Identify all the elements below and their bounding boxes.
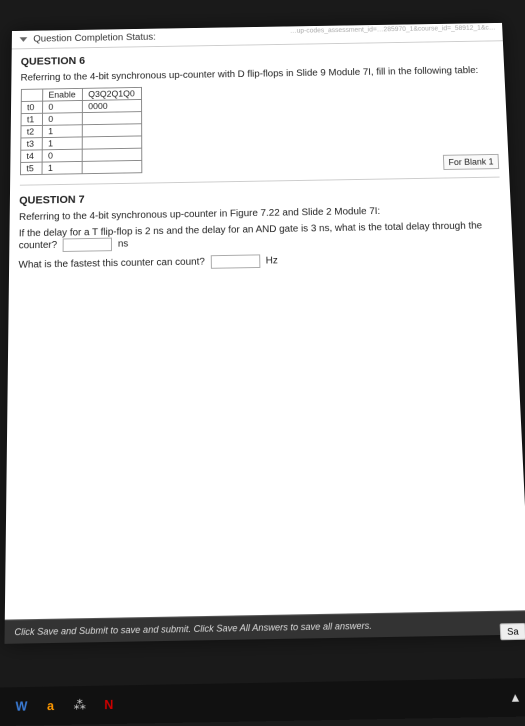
freq-unit: Hz [266, 256, 278, 267]
table-header: Enable [42, 88, 82, 101]
table-header [21, 89, 42, 101]
question-content: QUESTION 6 Referring to the 4-bit synchr… [4, 41, 525, 619]
table-cell: t2 [20, 125, 42, 138]
table-cell: 1 [42, 161, 82, 174]
netflix-icon[interactable]: N [102, 697, 117, 712]
question-6-text: Referring to the 4-bit synchronous up-co… [21, 65, 495, 83]
table-cell: 0 [42, 113, 82, 126]
delay-unit: ns [118, 239, 128, 250]
save-button-partial[interactable]: Sa [500, 623, 525, 640]
question-7-intro: Referring to the 4-bit synchronous up-co… [19, 204, 501, 223]
question-7-freq-line: What is the fastest this counter can cou… [18, 250, 503, 272]
table-cell: 0 [42, 100, 82, 113]
freq-answer-input[interactable] [210, 254, 260, 268]
table-cell: 0000 [82, 99, 141, 112]
table-cell: t0 [21, 101, 42, 113]
table-cell[interactable] [82, 160, 142, 173]
table-cell: t1 [21, 113, 43, 126]
question-7-freq-text: What is the fastest this counter can cou… [18, 257, 204, 271]
question-6-table: Enable Q3Q2Q1Q0 t0 0 0000 t1 0 t2 1 t3 1 [20, 87, 142, 175]
table-cell: 1 [42, 125, 82, 138]
table-cell[interactable] [82, 136, 142, 149]
separator [19, 177, 499, 186]
question-7-title: QUESTION 7 [19, 187, 500, 207]
amazon-icon[interactable]: a [43, 698, 58, 713]
for-blank-box[interactable]: For Blank 1 [443, 154, 498, 170]
table-cell[interactable] [82, 148, 142, 161]
table-row: t5 1 [20, 160, 141, 174]
table-cell: t5 [20, 162, 42, 175]
table-cell: t4 [20, 150, 42, 163]
taskbar: W a ⁂ N ▲ [0, 678, 525, 726]
delay-answer-input[interactable] [63, 238, 112, 252]
table-cell[interactable] [82, 112, 141, 125]
up-arrow-icon[interactable]: ▲ [508, 690, 523, 705]
collapse-icon[interactable] [19, 37, 27, 42]
table-cell: 0 [42, 149, 82, 162]
question-7-delay-line: If the delay for a T flip-flop is 2 ns a… [19, 220, 503, 252]
table-cell[interactable] [82, 124, 141, 137]
question-6-title: QUESTION 6 [21, 49, 494, 68]
completion-status-label: Question Completion Status: [33, 32, 156, 44]
table-cell: t3 [20, 138, 42, 151]
word-icon[interactable]: W [14, 699, 29, 714]
table-cell: 1 [42, 137, 82, 150]
table-header: Q3Q2Q1Q0 [82, 87, 141, 100]
